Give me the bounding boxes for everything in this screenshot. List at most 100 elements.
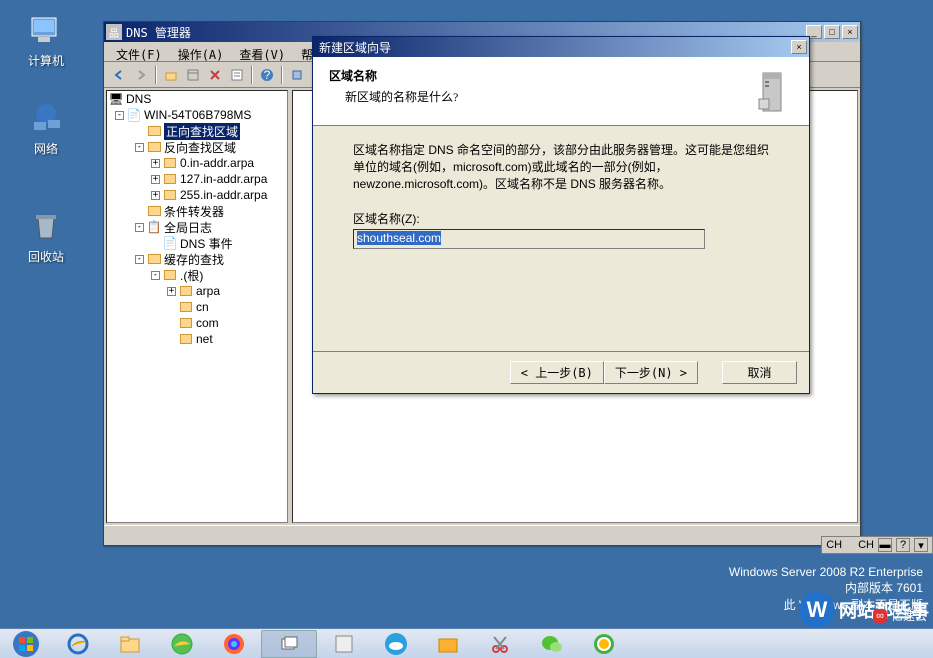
language-bar[interactable]: CH CH ▬ ? ▾ <box>821 536 933 554</box>
tree-dns-events[interactable]: 📄 DNS 事件 <box>107 235 287 251</box>
desktop-icon-label: 计算机 <box>16 52 76 69</box>
menu-view[interactable]: 查看(V) <box>231 44 293 59</box>
toolbar-separator <box>281 66 283 84</box>
folder-icon <box>163 156 177 170</box>
close-button[interactable]: × <box>842 25 858 39</box>
folder-icon <box>179 316 193 330</box>
menu-action[interactable]: 操作(A) <box>170 44 232 59</box>
menu-file[interactable]: 文件(F) <box>108 44 170 59</box>
dns-root-icon: 🖥 <box>109 92 123 106</box>
folder-icon <box>179 284 193 298</box>
tree-reverse-zones[interactable]: - 反向查找区域 <box>107 139 287 155</box>
tree-cache-item[interactable]: net <box>107 331 287 347</box>
properties-button[interactable] <box>226 64 248 86</box>
taskbar-browser2-icon[interactable] <box>209 630 259 658</box>
folder-icon <box>147 124 161 138</box>
tree-cached-lookups[interactable]: - 缓存的查找 <box>107 251 287 267</box>
lang-indicator[interactable]: CH <box>858 539 874 551</box>
help-button[interactable]: ? <box>256 64 278 86</box>
tree-conditional-fwd[interactable]: 条件转发器 <box>107 203 287 219</box>
desktop-network-icon[interactable]: 网络 <box>16 100 76 157</box>
forward-button[interactable] <box>130 64 152 86</box>
tree-forward-zones[interactable]: 正向查找区域 <box>107 123 287 139</box>
wizard-close-button[interactable]: × <box>791 40 807 54</box>
folder-icon <box>118 632 142 656</box>
desktop-icon-label: 网络 <box>16 140 76 157</box>
wizard-footer: < 上一步(B) 下一步(N) > 取消 <box>313 351 809 393</box>
maximize-button[interactable]: □ <box>824 25 840 39</box>
taskbar-app-icon[interactable] <box>319 630 369 658</box>
toolbar-separator <box>155 66 157 84</box>
delete-button[interactable] <box>204 64 226 86</box>
taskbar-security-icon[interactable] <box>579 630 629 658</box>
tree-pane[interactable]: 🖥 DNS - 📄 WIN-54T06B798MS 正向查找区域 - 反向查找区… <box>106 90 288 523</box>
server-tower-icon <box>745 67 793 115</box>
desktop-recycle-bin-icon[interactable]: 回收站 <box>16 208 76 265</box>
yellow-folder-icon <box>436 632 460 656</box>
wizard-description: 区域名称指定 DNS 命名空间的部分，该部分由此服务器管理。这可能是您组织单位的… <box>353 142 769 192</box>
scissors-icon <box>488 632 512 656</box>
taskbar-cloud-icon[interactable] <box>371 630 421 658</box>
langbar-options-icon[interactable]: ▾ <box>914 538 928 552</box>
tree-server[interactable]: - 📄 WIN-54T06B798MS <box>107 107 287 123</box>
generic-app-icon <box>332 632 356 656</box>
tool-icon-1[interactable] <box>286 64 308 86</box>
expander-icon[interactable]: - <box>135 255 144 264</box>
back-button[interactable]: < 上一步(B) <box>510 361 604 384</box>
lang-indicator[interactable]: CH <box>826 539 842 551</box>
server-icon: 📄 <box>127 108 141 122</box>
folder-icon <box>179 300 193 314</box>
recycle-bin-icon <box>28 208 64 244</box>
expander-icon[interactable]: - <box>151 271 160 280</box>
expander-icon[interactable]: - <box>135 223 144 232</box>
desktop-computer-icon[interactable]: 计算机 <box>16 12 76 69</box>
tree-global-log[interactable]: - 📋 全局日志 <box>107 219 287 235</box>
tree-zone-item[interactable]: + 255.in-addr.arpa <box>107 187 287 203</box>
expander-icon[interactable]: - <box>135 143 144 152</box>
expander-icon[interactable]: + <box>151 159 160 168</box>
wizard-header: 区域名称 新区域的名称是什么? <box>313 57 809 126</box>
langbar-min-icon[interactable]: ▬ <box>878 538 892 552</box>
folder-icon <box>147 252 161 266</box>
start-button[interactable] <box>1 630 51 658</box>
langbar-help-icon[interactable]: ? <box>896 538 910 552</box>
statusbar <box>104 525 860 545</box>
back-button[interactable] <box>108 64 130 86</box>
windows-logo-icon <box>12 630 40 658</box>
desktop-icon-label: 回收站 <box>16 248 76 265</box>
taskbar-active-window[interactable] <box>261 630 317 658</box>
expander-icon[interactable]: - <box>115 111 124 120</box>
log-icon: 📋 <box>147 220 161 234</box>
cloud-icon <box>384 632 408 656</box>
svg-text:?: ? <box>264 68 271 82</box>
wizard-subheading: 新区域的名称是什么? <box>345 88 745 105</box>
zone-name-input[interactable]: shouthseal.com <box>353 229 705 249</box>
ie-icon <box>66 632 90 656</box>
taskbar-ie-icon[interactable] <box>53 630 103 658</box>
expander-icon[interactable]: + <box>151 175 160 184</box>
tree-cache-item[interactable]: cn <box>107 299 287 315</box>
tree-root-dns[interactable]: 🖥 DNS <box>107 91 287 107</box>
up-button[interactable] <box>160 64 182 86</box>
show-hide-button[interactable] <box>182 64 204 86</box>
folder-icon <box>179 332 193 346</box>
taskbar-explorer-icon[interactable] <box>105 630 155 658</box>
cancel-button[interactable]: 取消 <box>722 361 797 384</box>
expander-icon[interactable]: + <box>167 287 176 296</box>
taskbar-wechat-icon[interactable] <box>527 630 577 658</box>
tree-zone-item[interactable]: + 0.in-addr.arpa <box>107 155 287 171</box>
toolbar-separator <box>251 66 253 84</box>
browser-colorful-icon <box>222 632 246 656</box>
taskbar-snip-icon[interactable] <box>475 630 525 658</box>
tree-cache-item[interactable]: + arpa <box>107 283 287 299</box>
taskbar-folder-icon[interactable] <box>423 630 473 658</box>
tree-zone-item[interactable]: + 127.in-addr.arpa <box>107 171 287 187</box>
tree-cache-root[interactable]: - .(根) <box>107 267 287 283</box>
taskbar-browser-icon[interactable] <box>157 630 207 658</box>
events-icon: 📄 <box>163 236 177 250</box>
expander-icon[interactable]: + <box>151 191 160 200</box>
next-button[interactable]: 下一步(N) > <box>604 361 698 384</box>
tree-cache-item[interactable]: com <box>107 315 287 331</box>
folder-icon <box>147 140 161 154</box>
wizard-titlebar: 新建区域向导 × <box>313 37 809 57</box>
